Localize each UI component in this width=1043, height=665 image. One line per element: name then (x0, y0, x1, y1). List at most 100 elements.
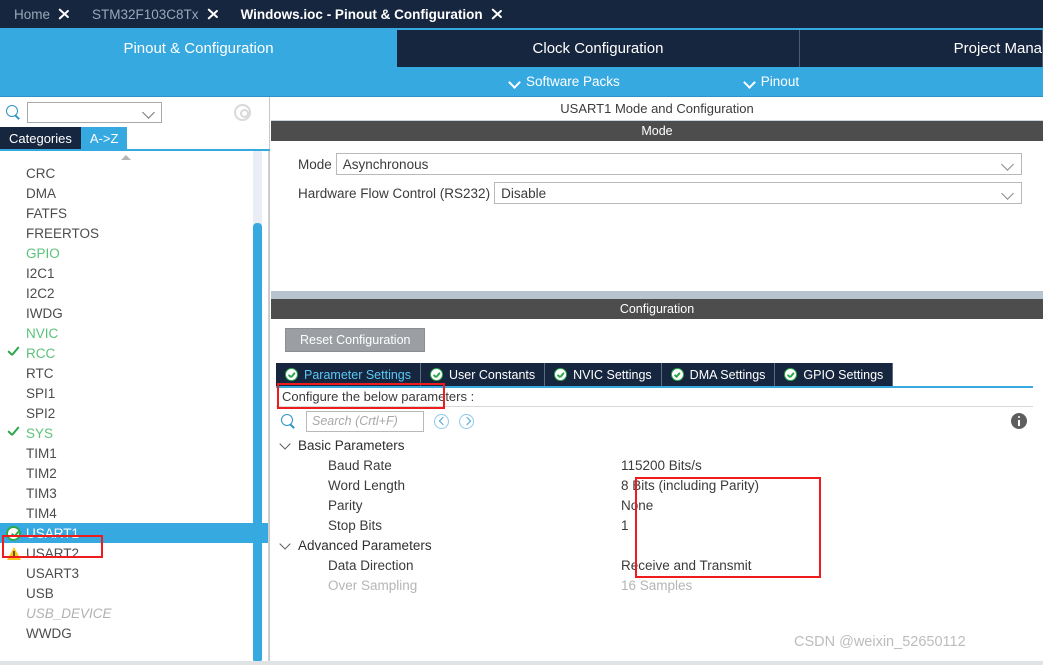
sidebar-item-label: FATFS (26, 205, 68, 221)
breadcrumb-item-home[interactable]: Home (0, 0, 56, 28)
circle-chevron-left-icon[interactable] (434, 413, 449, 429)
submenu-item-software-packs[interactable]: Software Packs (510, 74, 620, 89)
chevron-down-icon (1003, 160, 1013, 170)
sidebar-item-spi1[interactable]: SPI1 (0, 383, 268, 403)
sidebar-item-tim2[interactable]: TIM2 (0, 463, 268, 483)
sidebar-item-gpio[interactable]: GPIO (0, 243, 268, 263)
config-tab-dma-settings[interactable]: DMA Settings (661, 363, 776, 386)
no-status-icon (6, 265, 22, 281)
chevron-down-icon (281, 540, 291, 550)
param-row[interactable]: Data Direction Receive and Transmit (281, 555, 1043, 575)
tab-clock-configuration[interactable]: Clock Configuration (397, 30, 800, 67)
config-tab-gpio-settings[interactable]: GPIO Settings (775, 363, 894, 386)
param-name: Baud Rate (328, 457, 392, 473)
param-name: Stop Bits (328, 517, 383, 533)
reset-configuration-button[interactable]: Reset Configuration (285, 328, 426, 352)
search-icon (6, 104, 21, 120)
no-status-icon (6, 325, 22, 341)
submenu-item-pinout[interactable]: Pinout (745, 74, 799, 89)
sidebar-item-label: RCC (26, 345, 56, 361)
sidebar-item-i2c2[interactable]: I2C2 (0, 283, 268, 303)
sidebar-item-rtc[interactable]: RTC (0, 363, 268, 383)
sidebar-item-rcc[interactable]: RCC (0, 343, 268, 363)
no-status-icon (6, 445, 22, 461)
param-row[interactable]: Parity None (281, 495, 1043, 515)
config-tab-parameter-settings[interactable]: Parameter Settings (276, 363, 421, 386)
breadcrumb: Home STM32F103C8Tx Windows.ioc - Pinout … (0, 0, 1043, 30)
breadcrumb-item-file[interactable]: Windows.ioc - Pinout & Configuration (227, 0, 489, 28)
param-group-basic-parameters[interactable]: Basic Parameters (281, 435, 1043, 455)
parameter-list: Basic Parameters Baud Rate 115200 Bits/s Wo… (271, 435, 1043, 595)
config-tab-label: NVIC Settings (573, 367, 652, 382)
chevron-down-icon (281, 440, 291, 450)
parameter-search-input[interactable]: Search (Crtl+F) (306, 410, 424, 432)
sidebar-item-usb[interactable]: USB (0, 583, 268, 603)
submenu-label: Pinout (760, 74, 800, 89)
sidebar-item-usart2[interactable]: USART2 (0, 543, 268, 563)
sidebar-item-nvic[interactable]: NVIC (0, 323, 268, 343)
sidebar-item-label: USB_DEVICE (26, 605, 112, 621)
sidebar-item-iwdg[interactable]: IWDG (0, 303, 268, 323)
configuration-panel: USART1 Mode and Configuration Mode Mode … (271, 97, 1043, 665)
sidebar-tab-categories[interactable]: Categories (0, 127, 81, 149)
sidebar-item-wwdg[interactable]: WWDG (0, 623, 268, 643)
circle-chevron-right-icon[interactable] (459, 413, 474, 429)
sidebar-item-i2c1[interactable]: I2C1 (0, 263, 268, 283)
no-status-icon (6, 625, 22, 641)
sidebar-item-tim1[interactable]: TIM1 (0, 443, 268, 463)
breadcrumb-item-device[interactable]: STM32F103C8Tx (78, 0, 205, 28)
sidebar-item-label: USART3 (26, 565, 80, 581)
sidebar-tab-a-to-z[interactable]: A->Z (80, 127, 128, 149)
info-icon[interactable] (1011, 413, 1027, 429)
param-row[interactable]: Stop Bits 1 (281, 515, 1043, 535)
sidebar-item-sys[interactable]: SYS (0, 423, 268, 443)
param-row[interactable]: Word Length 8 Bits (including Parity) (281, 475, 1043, 495)
no-status-icon (6, 565, 22, 581)
sidebar-scrollbar-thumb[interactable] (253, 223, 262, 663)
field-label: Mode (298, 156, 332, 172)
sidebar-item-usart3[interactable]: USART3 (0, 563, 268, 583)
mode-select[interactable]: Asynchronous (335, 153, 1022, 175)
check-glyph (7, 427, 20, 437)
sidebar-item-label: I2C2 (26, 285, 55, 301)
sidebar-item-label: SYS (26, 425, 54, 441)
sidebar-search-combo[interactable] (27, 101, 162, 123)
chevron-down-icon (1003, 189, 1013, 199)
hardware-flow-control-select[interactable]: Disable (494, 182, 1022, 204)
no-status-icon (6, 465, 22, 481)
no-status-icon (6, 605, 22, 621)
sidebar-item-spi2[interactable]: SPI2 (0, 403, 268, 423)
sidebar-item-label: GPIO (26, 245, 60, 261)
sidebar-item-fatfs[interactable]: FATFS (0, 203, 268, 223)
sidebar-tab-label: A->Z (89, 130, 119, 146)
sidebar-item-label: USART2 (26, 545, 80, 561)
chevron-down-icon (510, 77, 519, 86)
config-tab-label: GPIO Settings (803, 367, 884, 382)
no-status-icon (6, 385, 22, 401)
no-status-icon (6, 505, 22, 521)
sidebar-item-label: USB (26, 585, 54, 601)
reset-configuration-label: Reset Configuration (300, 333, 411, 347)
sidebar-item-usart1[interactable]: USART1 (0, 523, 268, 543)
peripheral-list[interactable]: CRC DMA FATFS FREERTOS GPIO I2C1 I2C2 IWDG NVIC R… (0, 151, 269, 663)
config-tab-nvic-settings[interactable]: NVIC Settings (545, 363, 662, 386)
sidebar-item-label: SPI2 (26, 405, 56, 421)
sidebar-item-usb-device[interactable]: USB_DEVICE (0, 603, 268, 623)
sidebar-item-crc[interactable]: CRC (0, 163, 268, 183)
sidebar-item-tim3[interactable]: TIM3 (0, 483, 268, 503)
warning-icon (6, 545, 22, 561)
config-tab-user-constants[interactable]: User Constants (421, 363, 546, 386)
tab-pinout-configuration[interactable]: Pinout & Configuration (0, 30, 397, 67)
no-status-icon (6, 585, 22, 601)
gear-icon[interactable] (234, 103, 251, 121)
param-row[interactable]: Over Sampling 16 Samples (281, 575, 1043, 595)
mode-section-header: Mode (271, 121, 1043, 141)
sidebar-item-dma[interactable]: DMA (0, 183, 268, 203)
param-group-advanced-parameters[interactable]: Advanced Parameters (281, 535, 1043, 555)
tab-project-manager[interactable]: Project Mana (800, 30, 1043, 67)
param-value: 16 Samples (621, 577, 693, 593)
param-row[interactable]: Baud Rate 115200 Bits/s (281, 455, 1043, 475)
sidebar-item-freertos[interactable]: FREERTOS (0, 223, 268, 243)
scroll-up-indicator-icon[interactable] (121, 153, 132, 161)
sidebar-item-tim4[interactable]: TIM4 (0, 503, 268, 523)
